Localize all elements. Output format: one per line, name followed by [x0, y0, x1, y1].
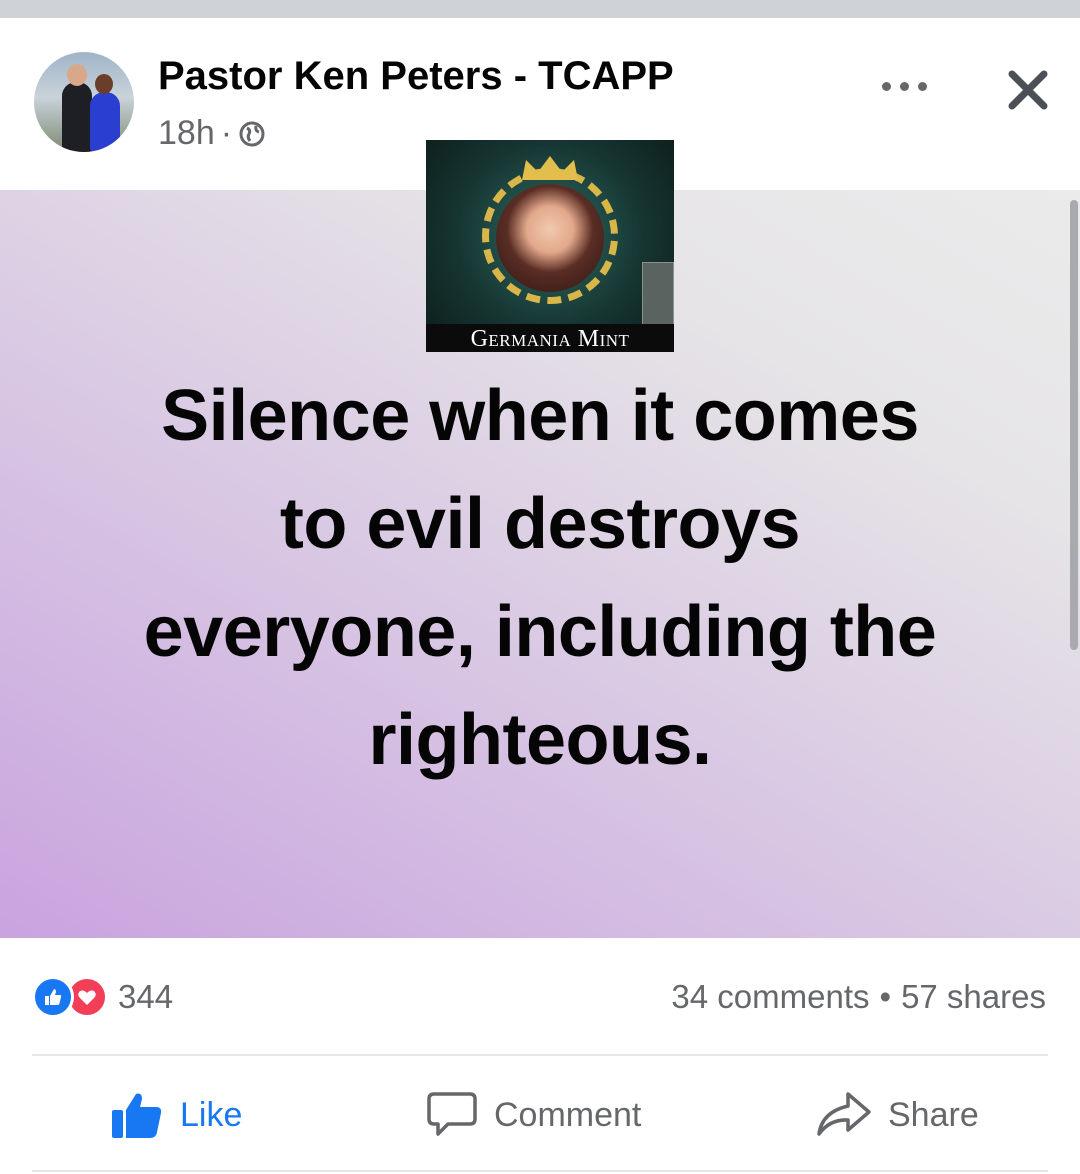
- reactions-summary[interactable]: 344: [32, 976, 173, 1018]
- post-text-line: everyone, including the: [143, 592, 937, 672]
- engagement-separator: •: [879, 978, 892, 1015]
- comment-icon: [427, 1092, 477, 1136]
- avatar-head-woman: [95, 74, 113, 94]
- post-timestamp[interactable]: 18h: [158, 114, 215, 153]
- engagement-counts: 34 comments • 57 shares: [671, 978, 1046, 1016]
- post-text: Silence when it comes to evil destroys e…: [40, 362, 1040, 794]
- germania-mint-overlay-image: Germania Mint: [426, 140, 674, 352]
- meta-separator: ·: [220, 114, 233, 152]
- comment-label: Comment: [494, 1095, 642, 1134]
- reaction-count: 344: [118, 978, 174, 1015]
- like-reaction-icon: [32, 976, 74, 1018]
- post-text-line: righteous.: [368, 700, 712, 780]
- close-icon[interactable]: [1006, 68, 1050, 112]
- comments-count[interactable]: 34 comments: [671, 978, 869, 1015]
- divider: [32, 1170, 1048, 1172]
- share-button[interactable]: Share: [816, 1090, 979, 1140]
- avatar-figure-woman: [90, 92, 120, 152]
- like-label: Like: [180, 1095, 243, 1134]
- crown-icon: [522, 156, 578, 180]
- status-bar-strip: [0, 0, 1080, 18]
- post-text-line: Silence when it comes: [161, 376, 919, 456]
- share-arrow-icon: [817, 1092, 871, 1136]
- author-name[interactable]: Pastor Ken Peters - TCAPP: [158, 54, 674, 99]
- overlay-caption: Germania Mint: [426, 324, 674, 352]
- portrait-medallion: [496, 184, 604, 292]
- share-label: Share: [888, 1095, 979, 1134]
- comment-button[interactable]: Comment: [426, 1090, 641, 1140]
- thumbs-up-icon: [112, 1093, 162, 1138]
- post-meta: 18h ·: [158, 114, 266, 153]
- small-thumbnail: [642, 262, 674, 328]
- scrollbar[interactable]: [1070, 200, 1078, 650]
- avatar-head-man: [67, 64, 87, 86]
- shares-count[interactable]: 57 shares: [901, 978, 1046, 1015]
- globe-icon: [239, 121, 265, 146]
- post-stats: 344 34 comments • 57 shares: [0, 938, 1080, 1054]
- more-options-icon[interactable]: [880, 70, 930, 100]
- avatar-figure-man: [62, 82, 92, 152]
- post-text-line: to evil destroys: [279, 484, 801, 564]
- post-action-bar: Like Comment Share: [0, 1056, 1080, 1170]
- author-avatar[interactable]: [34, 52, 134, 152]
- like-button[interactable]: Like: [110, 1090, 242, 1140]
